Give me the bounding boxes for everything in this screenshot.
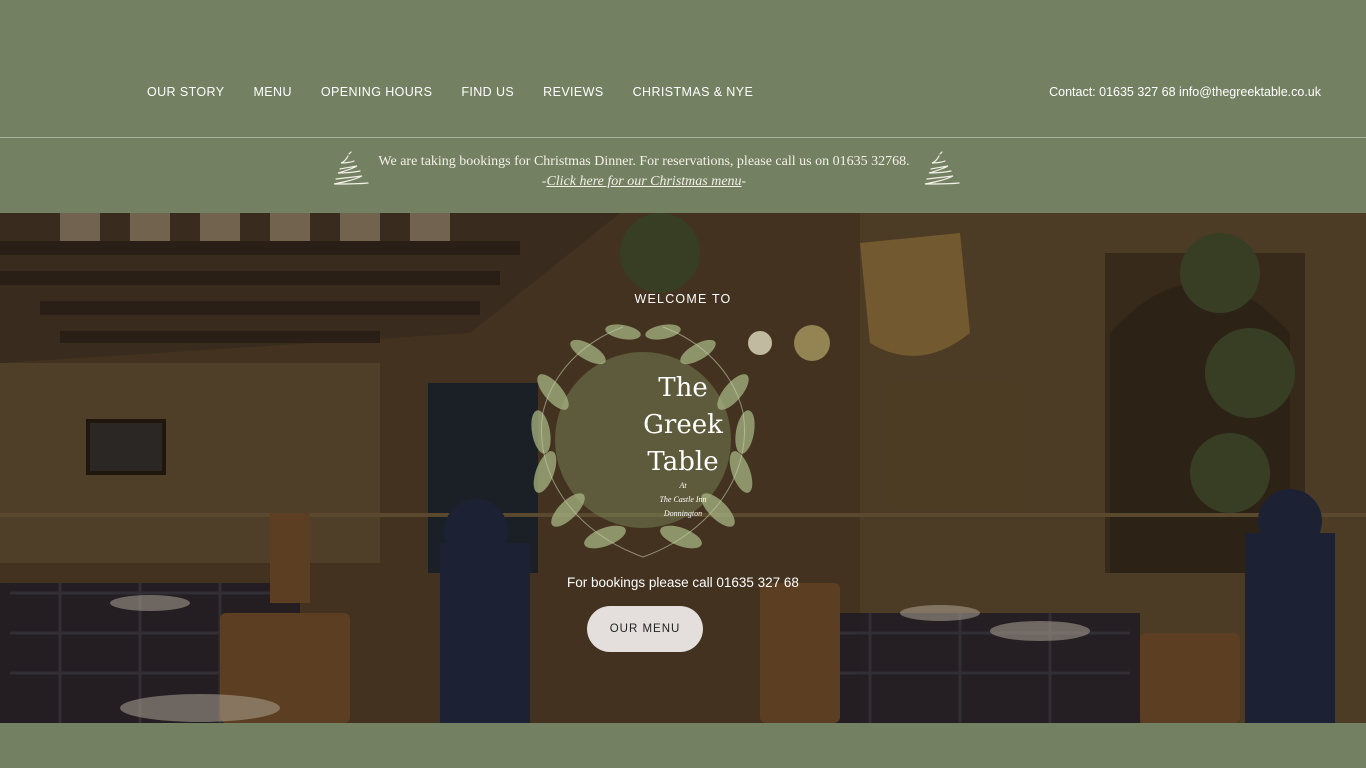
welcome-heading: WELCOME TO [634,292,732,306]
banner-link-suffix: - [741,174,747,189]
christmas-menu-link[interactable]: Click here for our Christmas menu [546,174,741,189]
booking-text: For bookings please call 01635 327 68 [567,575,799,590]
christmas-tree-icon [924,151,960,185]
logo-subtitle-line-1: At [679,481,687,490]
banner-line: We are taking bookings for Christmas Din… [378,154,910,169]
christmas-tree-icon [333,151,369,185]
logo-subtitle-line-2: The Castle Inn [659,495,707,504]
logo-subtitle-line-3: Donnington [663,509,703,518]
main-nav: OUR STORY MENU OPENING HOURS FIND US REV… [147,84,782,100]
footer-strip [0,723,1366,768]
hero-section: WELCOME TO The Greek Table At The Castle… [0,213,1366,723]
logo-title-line-2: Greek [643,410,723,440]
contact-info[interactable]: Contact: 01635 327 68 info@thegreektable… [1049,84,1321,100]
nav-opening-hours[interactable]: OPENING HOURS [321,84,432,100]
nav-christmas-nye[interactable]: CHRISTMAS & NYE [633,84,754,100]
christmas-banner: We are taking bookings for Christmas Din… [0,138,1366,213]
our-menu-button[interactable]: OUR MENU [587,606,703,652]
nav-our-story[interactable]: OUR STORY [147,84,224,100]
banner-link-line: -Click here for our Christmas menu- [376,172,912,192]
nav-reviews[interactable]: REVIEWS [543,84,603,100]
logo-title-line-3: Table [647,447,719,477]
banner-message: We are taking bookings for Christmas Din… [376,152,912,192]
nav-menu[interactable]: MENU [253,84,291,100]
header: OUR STORY MENU OPENING HOURS FIND US REV… [0,0,1366,137]
nav-find-us[interactable]: FIND US [461,84,514,100]
logo-title-line-1: The [658,373,708,403]
